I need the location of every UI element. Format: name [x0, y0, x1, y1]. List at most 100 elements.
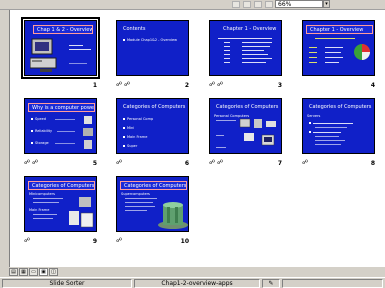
slide-view-icon[interactable]: ▭	[29, 268, 38, 276]
slide-number: 5	[92, 160, 97, 167]
zoom-select[interactable]: 66%	[275, 0, 323, 8]
transition-icon[interactable]: ☍	[24, 237, 30, 244]
mainframe-image	[69, 197, 94, 228]
slide-text-line	[224, 54, 230, 55]
slide-thumbnail-5[interactable]: Why is a computer powerful? Speed Reliab…	[24, 98, 97, 154]
slide-show-icon[interactable]: ◫	[49, 268, 58, 276]
slide-text-line	[309, 52, 317, 53]
slide-thumbnail-9[interactable]: Categories of Computers Minicomputers Ma…	[24, 176, 97, 232]
transition-icon[interactable]: ☍ ☍	[24, 159, 38, 166]
slide-text-line	[242, 58, 272, 59]
slide-subtitle: Main Frame	[29, 208, 50, 212]
slide-thumbnail-3[interactable]: Chapter 1 - Overview	[209, 20, 282, 76]
slide-text-line	[33, 214, 57, 215]
slide-text-line	[33, 198, 63, 199]
slide-title: Categories of Computers	[123, 104, 186, 110]
slide-title: Categories of Computers	[28, 181, 95, 190]
slide-text-line	[242, 46, 270, 47]
slide-text-line	[216, 147, 226, 148]
slide-text-line	[33, 202, 59, 203]
status-empty	[282, 279, 383, 288]
bullet	[31, 118, 33, 120]
slide-number: 4	[370, 82, 375, 89]
slide-subtitle: Servers	[307, 114, 321, 118]
transition-icon[interactable]: ☍	[116, 159, 122, 166]
slide-body-text: Speed	[35, 117, 46, 121]
slide-thumbnail-7[interactable]: Categories of Computers Personal Compute…	[209, 98, 282, 154]
slide-body-text: Super	[127, 144, 138, 148]
slide-text-line	[325, 57, 343, 58]
slide-number: 10	[180, 238, 189, 245]
slide-text-line	[33, 218, 53, 219]
slide-text-line	[325, 52, 341, 53]
bullet	[123, 127, 125, 129]
toolbar-button[interactable]	[265, 1, 273, 8]
transition-icon[interactable]: ☍ ☍	[209, 159, 223, 166]
slide-text-line	[315, 127, 347, 128]
slide-text-line	[216, 120, 236, 121]
transition-icon[interactable]: ☍ ☍	[209, 81, 223, 88]
slide-thumbnail-6[interactable]: Categories of Computers Personal Comp Mi…	[116, 98, 189, 154]
slide-body-text: Mini	[127, 126, 135, 130]
slide-title: Why is a computer powerful?	[28, 103, 95, 112]
slide-title: Chapter 1 - Overview	[306, 25, 373, 34]
slide-text-line	[313, 123, 353, 124]
slide-text-line	[57, 131, 75, 132]
slide-text-line	[55, 119, 75, 120]
slide-subtitle: Supercomputers	[121, 192, 150, 196]
slide-thumbnail-4[interactable]: Chapter 1 - Overview	[302, 20, 375, 76]
computer-images	[239, 118, 276, 146]
slide-text-line	[69, 45, 83, 46]
slide-number: 1	[92, 82, 97, 89]
slide-text-line	[224, 58, 230, 59]
clipart-image	[83, 116, 93, 149]
slide-text-line	[125, 202, 153, 203]
view-buttons: ▤ ▦ ▭ ▣ ◫	[9, 268, 69, 277]
slide-body-text: Storage	[35, 141, 49, 145]
slide-text-line	[242, 50, 264, 51]
computer-image	[30, 38, 57, 72]
slide-number: 2	[184, 82, 189, 89]
slide-text-line	[325, 62, 339, 63]
slide-number: 9	[92, 238, 97, 245]
toolbar-button[interactable]	[254, 1, 262, 8]
slide-text-line	[315, 136, 339, 137]
slide-text-line	[242, 42, 272, 43]
slide-text-line	[218, 38, 272, 39]
slide-body-text: Main Frame	[127, 135, 148, 139]
slide-thumbnail-8[interactable]: Categories of Computers Servers	[302, 98, 375, 154]
toolbar-button[interactable]	[243, 1, 251, 8]
slide-sorter-pane[interactable]: Chap 1 & 2 - Overview, Apps 1 Contents M…	[9, 10, 385, 267]
slide-sorter-view-icon[interactable]: ▣	[39, 268, 48, 276]
slide-body-text: Reliability	[35, 129, 53, 133]
slide-text-line	[315, 140, 345, 141]
normal-view-icon[interactable]: ▤	[9, 268, 18, 276]
slide-number: 6	[184, 160, 189, 167]
slide-thumbnail-2[interactable]: Contents Module Chap1&2 - Overview	[116, 20, 189, 76]
outline-view-icon[interactable]: ▦	[19, 268, 28, 276]
bullet	[123, 136, 125, 138]
transition-icon[interactable]: ☍	[116, 237, 122, 244]
chevron-down-icon[interactable]: ▾	[323, 0, 330, 8]
slide-title: Categories of Computers	[309, 104, 372, 110]
bullet	[31, 142, 33, 144]
slide-text-line	[224, 46, 230, 47]
slide-subtitle: Minicomputers	[29, 192, 55, 196]
slide-title: Categories of Computers	[216, 104, 279, 110]
slide-text-line	[325, 47, 343, 48]
status-view-name: Slide Sorter	[2, 279, 132, 288]
slide-text-line	[216, 135, 224, 136]
slide-title: Categories of Computers	[120, 181, 187, 190]
slide-text-line	[315, 144, 341, 145]
slide-thumbnail-10[interactable]: Categories of Computers Supercomputers	[116, 176, 189, 232]
pie-chart-image	[354, 44, 370, 60]
slide-thumbnail-1[interactable]: Chap 1 & 2 - Overview, Apps	[21, 17, 100, 79]
slide-text-line	[69, 63, 87, 64]
slide-text-line	[315, 38, 355, 39]
slide-text-line	[309, 57, 317, 58]
transition-icon[interactable]: ☍	[302, 159, 308, 166]
slide-text-line	[309, 62, 317, 63]
slide-body-text: Module Chap1&2 - Overview	[127, 38, 178, 42]
toolbar-button[interactable]	[232, 1, 240, 8]
transition-icon[interactable]: ☍ ☍	[116, 81, 130, 88]
